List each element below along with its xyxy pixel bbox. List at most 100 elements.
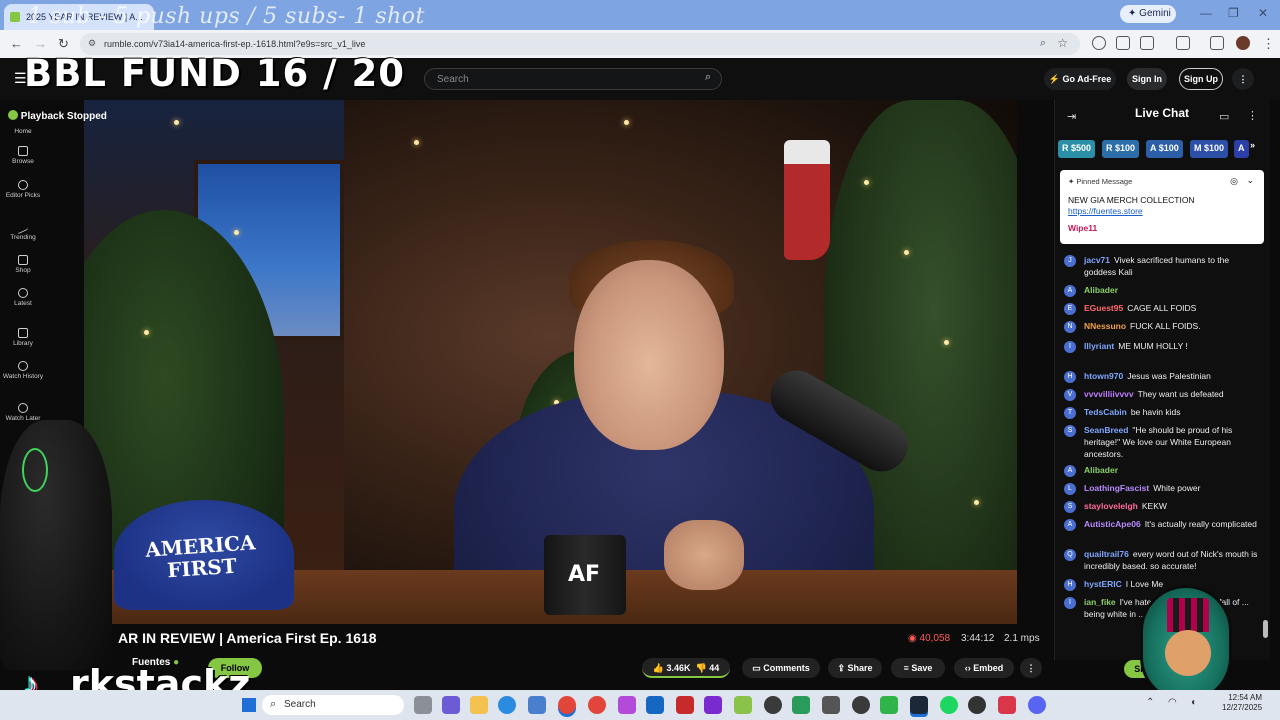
hide-pinned-icon[interactable]: ◎: [1230, 176, 1238, 187]
dislike-count[interactable]: 44: [709, 663, 719, 673]
sidebar-item-browse[interactable]: Browse: [0, 146, 46, 165]
media-icon[interactable]: [1210, 36, 1224, 50]
share-button[interactable]: ⇪ Share: [828, 658, 882, 678]
avatar[interactable]: N: [1064, 321, 1076, 333]
chrome-icon[interactable]: [558, 696, 576, 714]
taskbar-search-input[interactable]: ⌕ Search: [262, 695, 404, 715]
edge-icon[interactable]: [498, 696, 516, 714]
like-count[interactable]: 3.46K: [666, 663, 690, 673]
sign-in-button[interactable]: Sign In: [1127, 68, 1167, 90]
embed-button[interactable]: ‹› Embed: [954, 658, 1014, 678]
thumbs-down-icon[interactable]: 👎: [696, 663, 707, 673]
avatar[interactable]: E: [1064, 303, 1076, 315]
rant-chip[interactable]: R $100: [1102, 140, 1140, 158]
network-icon[interactable]: ◠: [1168, 697, 1177, 708]
chat-username[interactable]: quailtrail76: [1084, 549, 1129, 559]
close-icon[interactable]: ✕: [1258, 6, 1268, 20]
chrome-icon[interactable]: [588, 696, 606, 714]
pinned-link[interactable]: https://fuentes.store: [1068, 206, 1143, 216]
chat-username[interactable]: EGuest95: [1084, 303, 1123, 313]
rant-chip[interactable]: M $100: [1190, 140, 1229, 158]
minimize-icon[interactable]: —: [1200, 6, 1212, 20]
chat-username[interactable]: Alibader: [1084, 285, 1118, 295]
avatar[interactable]: A: [1064, 519, 1076, 531]
menu-dots-icon[interactable]: ⋮: [1262, 36, 1275, 52]
puzzle-icon[interactable]: [1140, 36, 1154, 50]
maximize-icon[interactable]: ❐: [1228, 6, 1239, 20]
app-icon[interactable]: [968, 696, 986, 714]
save-button[interactable]: ≡ Save: [891, 658, 945, 678]
sidebar-item-shop[interactable]: Shop: [0, 255, 46, 274]
chat-username[interactable]: Illyriant: [1084, 341, 1114, 351]
volume-icon[interactable]: ◖: [1190, 697, 1196, 708]
discord-icon[interactable]: [1028, 696, 1046, 714]
avatar[interactable]: A: [1064, 285, 1076, 297]
app-icon[interactable]: [528, 696, 546, 714]
extension-icon[interactable]: [1116, 36, 1130, 50]
pinned-user[interactable]: Wipe11: [1068, 223, 1256, 233]
go-ad-free-button[interactable]: ⚡ Go Ad-Free: [1044, 68, 1116, 90]
profile-avatar[interactable]: [1236, 36, 1250, 50]
avatar[interactable]: H: [1064, 579, 1076, 591]
avatar[interactable]: V: [1064, 389, 1076, 401]
video-player[interactable]: AF AMERICA FIRST: [84, 100, 1017, 624]
chat-username[interactable]: vvvvilliivvvv: [1084, 389, 1134, 399]
search-input[interactable]: Search: [424, 68, 722, 90]
thumbs-up-icon[interactable]: 👍: [653, 663, 664, 673]
app-icon[interactable]: [852, 696, 870, 714]
chat-username[interactable]: Alibader: [1084, 465, 1118, 475]
rants-next-icon[interactable]: »: [1250, 140, 1255, 158]
cast-icon[interactable]: [1176, 36, 1190, 50]
sidebar-item-watch-history[interactable]: Watch History: [0, 361, 46, 380]
chat-username[interactable]: staylovelelgh: [1084, 501, 1138, 511]
chat-username[interactable]: SeanBreed: [1084, 425, 1128, 435]
task-view-icon[interactable]: [414, 696, 432, 714]
avatar[interactable]: T: [1064, 407, 1076, 419]
app-icon[interactable]: [618, 696, 636, 714]
app-icon[interactable]: [792, 696, 810, 714]
chat-username[interactable]: TedsCabin: [1084, 407, 1127, 417]
zoom-icon[interactable]: ⌕: [1040, 37, 1046, 50]
sidebar-item-home[interactable]: Home: [0, 128, 46, 135]
avatar[interactable]: S: [1064, 501, 1076, 513]
translate-icon[interactable]: [1092, 36, 1106, 50]
app-icon[interactable]: [880, 696, 898, 714]
app-icon[interactable]: [998, 696, 1016, 714]
chat-username[interactable]: jacv71: [1084, 255, 1110, 265]
app-icon[interactable]: [822, 696, 840, 714]
header-more-icon[interactable]: ⋮: [1232, 68, 1254, 90]
avatar[interactable]: Q: [1064, 549, 1076, 561]
chevron-down-icon[interactable]: ⌄: [1246, 175, 1254, 186]
avatar[interactable]: S: [1064, 425, 1076, 437]
back-icon[interactable]: ←: [10, 36, 23, 51]
spotify-icon[interactable]: [940, 696, 958, 714]
reload-icon[interactable]: ↻: [58, 36, 69, 52]
tray-chevron-icon[interactable]: ⌃: [1146, 697, 1154, 708]
gemini-button[interactable]: ✦ Gemini: [1120, 5, 1176, 23]
file-explorer-icon[interactable]: [470, 696, 488, 714]
search-icon[interactable]: ⌕: [705, 71, 711, 84]
video-more-icon[interactable]: ⋮: [1020, 658, 1042, 678]
copilot-icon[interactable]: [442, 696, 460, 714]
outlook-icon[interactable]: [646, 696, 664, 714]
avatar[interactable]: H: [1064, 371, 1076, 383]
rant-chip[interactable]: A $100: [1146, 140, 1183, 158]
app-icon[interactable]: [764, 696, 782, 714]
avatar[interactable]: A: [1064, 465, 1076, 477]
sidebar-item-latest[interactable]: Latest: [0, 288, 46, 307]
rant-chip[interactable]: R $500: [1058, 140, 1096, 158]
forward-icon[interactable]: →: [34, 36, 47, 51]
sign-up-button[interactable]: Sign Up: [1179, 68, 1223, 90]
site-info-icon[interactable]: ⚙: [88, 38, 96, 49]
sidebar-item-library[interactable]: Library: [0, 328, 46, 347]
chat-username[interactable]: ian_fike: [1084, 597, 1116, 607]
avatar[interactable]: L: [1064, 483, 1076, 495]
avatar[interactable]: J: [1064, 255, 1076, 267]
sidebar-item-watch-later[interactable]: Watch Later: [0, 403, 46, 422]
chat-username[interactable]: hystERIC: [1084, 579, 1122, 589]
app-icon[interactable]: [704, 696, 722, 714]
windows-start-icon[interactable]: [242, 698, 256, 712]
chat-username[interactable]: NNessuno: [1084, 321, 1126, 331]
app-icon[interactable]: [734, 696, 752, 714]
comments-button[interactable]: ▭ Comments: [742, 658, 820, 678]
